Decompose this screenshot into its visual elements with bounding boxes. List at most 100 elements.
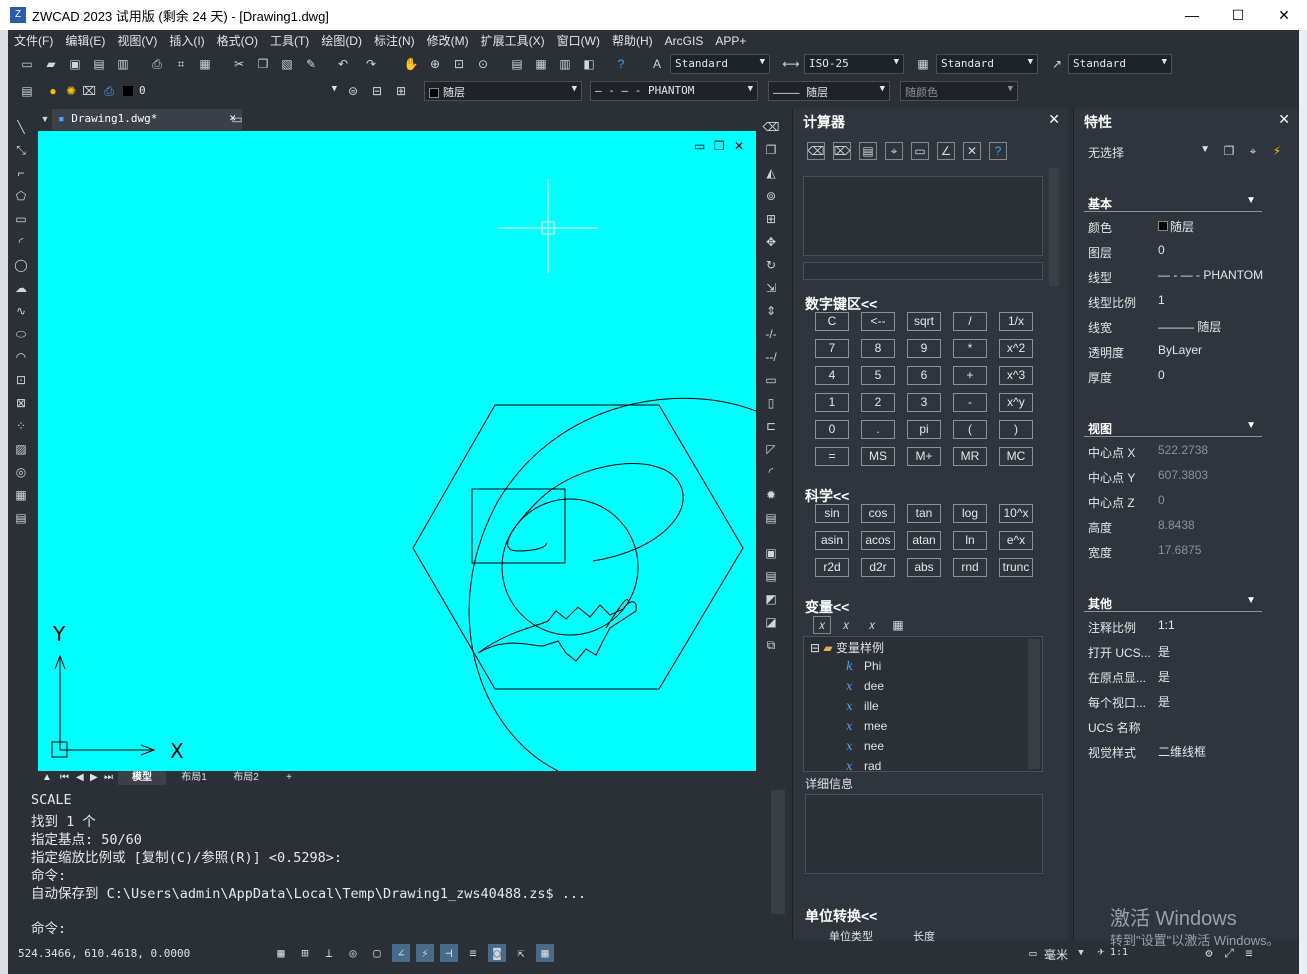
numpad-section-title[interactable]: 数字键区<< [805, 294, 877, 314]
property-value[interactable]: ByLayer [1158, 343, 1268, 357]
property-value[interactable]: 是 [1158, 643, 1268, 660]
clear-icon[interactable]: ⌫ [807, 142, 825, 160]
zoom-window-icon[interactable]: ⊡ [450, 55, 468, 73]
property-row[interactable]: 在原点显... 是 [1084, 664, 1264, 689]
break-icon[interactable]: ▯ [762, 394, 780, 412]
linetype-select[interactable]: — - — - PHANTOM ▼ [590, 81, 758, 101]
property-row[interactable]: 线型 — - — - PHANTOM [1084, 264, 1264, 289]
variable-item[interactable]: x dee [846, 679, 884, 693]
line-icon[interactable]: ╲ [12, 118, 30, 136]
maximize-button[interactable]: ☐ [1215, 0, 1261, 30]
property-value[interactable]: — - — - PHANTOM [1158, 268, 1268, 282]
calc-key[interactable]: C [815, 312, 849, 331]
selection-dropdown[interactable]: 无选择 ▼ [1084, 140, 1214, 164]
property-row[interactable]: 中心点 X 522.2738 [1084, 439, 1264, 464]
calc-key[interactable]: 4 [815, 366, 849, 385]
spline-icon[interactable]: ∿ [12, 302, 30, 320]
property-value[interactable]: 17.6875 [1158, 543, 1268, 557]
property-value[interactable]: 1:1 [1158, 618, 1268, 632]
match-properties-icon[interactable]: ✎ [302, 55, 320, 73]
layer-manager-icon[interactable]: ▤ [18, 82, 36, 100]
calc-key[interactable]: / [953, 312, 987, 331]
property-row[interactable]: 厚度 0 [1084, 364, 1264, 389]
paste-value-icon[interactable]: ▤ [859, 142, 877, 160]
menu-insert[interactable]: 插入(I) [163, 32, 210, 49]
calc-sci-key[interactable]: ln [953, 531, 987, 550]
insert-block-icon[interactable]: ⊡ [12, 371, 30, 389]
command-input[interactable]: 命令: [8, 914, 785, 938]
arc-icon[interactable]: ◜ [12, 233, 30, 251]
grid-icon[interactable]: ▦ [272, 944, 290, 962]
left-layout-arrow-icon[interactable]: ◀ [76, 771, 84, 785]
property-row[interactable]: 线型比例 1 [1084, 289, 1264, 314]
property-row[interactable]: UCS 名称 [1084, 714, 1264, 739]
erase-icon[interactable]: ⌫ [762, 118, 780, 136]
undo-icon[interactable]: ↶ [334, 55, 352, 73]
make-current-layer-icon[interactable]: ⊜ [344, 82, 362, 100]
layer-freeze-icon[interactable]: ✺ [62, 82, 80, 100]
distance-icon[interactable]: ▭ [911, 142, 929, 160]
variable-item[interactable]: x rad [846, 759, 881, 773]
scientific-section-title[interactable]: 科学<< [805, 486, 849, 506]
add-layout-button[interactable]: + [274, 771, 304, 785]
calc-variable-icon[interactable]: ▦ [889, 616, 907, 634]
calc-scrollbar[interactable] [1049, 168, 1059, 286]
tab-layout1[interactable]: 布局1 [170, 771, 218, 785]
calc-key[interactable]: = [815, 447, 849, 466]
mtext-icon[interactable]: ▤ [12, 509, 30, 527]
properties-close-icon[interactable]: ✕ [1278, 111, 1290, 128]
property-row[interactable]: 每个视口... 是 [1084, 689, 1264, 714]
revcloud-icon[interactable]: ☁ [12, 279, 30, 297]
point-icon[interactable]: ⁘ [12, 417, 30, 435]
menu-dimension[interactable]: 标注(N) [368, 32, 421, 49]
calc-key[interactable]: M+ [907, 447, 941, 466]
calc-key[interactable]: MS [861, 447, 895, 466]
calc-key[interactable]: x^y [999, 393, 1033, 412]
property-row[interactable]: 颜色 随层 [1084, 214, 1264, 239]
minimize-button[interactable]: — [1169, 0, 1215, 30]
polyline-icon[interactable]: ⌐ [12, 164, 30, 182]
calc-sci-key[interactable]: 10^x [999, 504, 1033, 523]
calc-key[interactable]: 6 [907, 366, 941, 385]
first-layout-arrow-icon[interactable]: ▲ [42, 771, 52, 785]
annotation-monitor-icon[interactable]: ▦ [536, 944, 554, 962]
edit-variable-icon[interactable]: 𝑥 [837, 616, 855, 634]
plot-style-select[interactable]: 随颜色 ▼ [900, 81, 1018, 101]
tab-drawing1[interactable]: ▪ Drawing1.dwg* ✕ [52, 109, 242, 130]
calc-sci-key[interactable]: acos [861, 531, 895, 550]
open-folder-icon[interactable]: ▰ [42, 55, 60, 73]
draw-order-front-icon[interactable]: ▣ [762, 544, 780, 562]
layer-plot-icon[interactable]: ⎙ [100, 82, 118, 100]
markup-icon[interactable]: ◧ [580, 55, 598, 73]
calculator-close-icon[interactable]: ✕ [1048, 111, 1060, 128]
text-style-select[interactable]: Standard ▼ [670, 54, 770, 74]
property-row[interactable]: 宽度 17.6875 [1084, 539, 1264, 564]
tree-root[interactable]: ⊟ ▰ 变量样例 [810, 639, 884, 656]
calc-key[interactable]: sqrt [907, 312, 941, 331]
viewport-minimize-icon[interactable]: ▭ [694, 139, 705, 153]
table-style-select[interactable]: Standard ▼ [936, 54, 1038, 74]
dim-style-select[interactable]: ISO-25 ▼ [804, 54, 904, 74]
menu-window[interactable]: 窗口(W) [551, 32, 606, 49]
property-value[interactable]: 0 [1158, 243, 1268, 257]
menu-edit[interactable]: 编辑(E) [59, 32, 111, 49]
snap-icon[interactable]: ⊞ [296, 944, 314, 962]
clear-history-icon[interactable]: ⌦ [833, 142, 851, 160]
lineweight-select[interactable]: ———— 随层 ▼ [768, 81, 890, 101]
save-icon[interactable]: ▣ [66, 55, 84, 73]
calc-key[interactable]: 1 [815, 393, 849, 412]
layer-select[interactable]: 0 ▼ [118, 81, 342, 101]
calc-key[interactable]: x^2 [999, 339, 1033, 358]
calc-key[interactable]: - [953, 393, 987, 412]
table-icon[interactable]: ▦ [12, 486, 30, 504]
calc-key[interactable]: 0 [815, 420, 849, 439]
viewport-restore-icon[interactable]: ❐ [714, 139, 725, 153]
select-objects-icon[interactable]: ⌖ [1244, 142, 1262, 160]
menu-draw[interactable]: 绘图(D) [315, 32, 368, 49]
ellipse-arc-icon[interactable]: ◠ [12, 348, 30, 366]
variables-scrollbar[interactable] [1028, 639, 1040, 769]
calc-key[interactable]: ) [999, 420, 1033, 439]
fillet-icon[interactable]: ◜ [762, 463, 780, 481]
calc-sci-key[interactable]: e^x [999, 531, 1033, 550]
move-icon[interactable]: ✥ [762, 233, 780, 251]
